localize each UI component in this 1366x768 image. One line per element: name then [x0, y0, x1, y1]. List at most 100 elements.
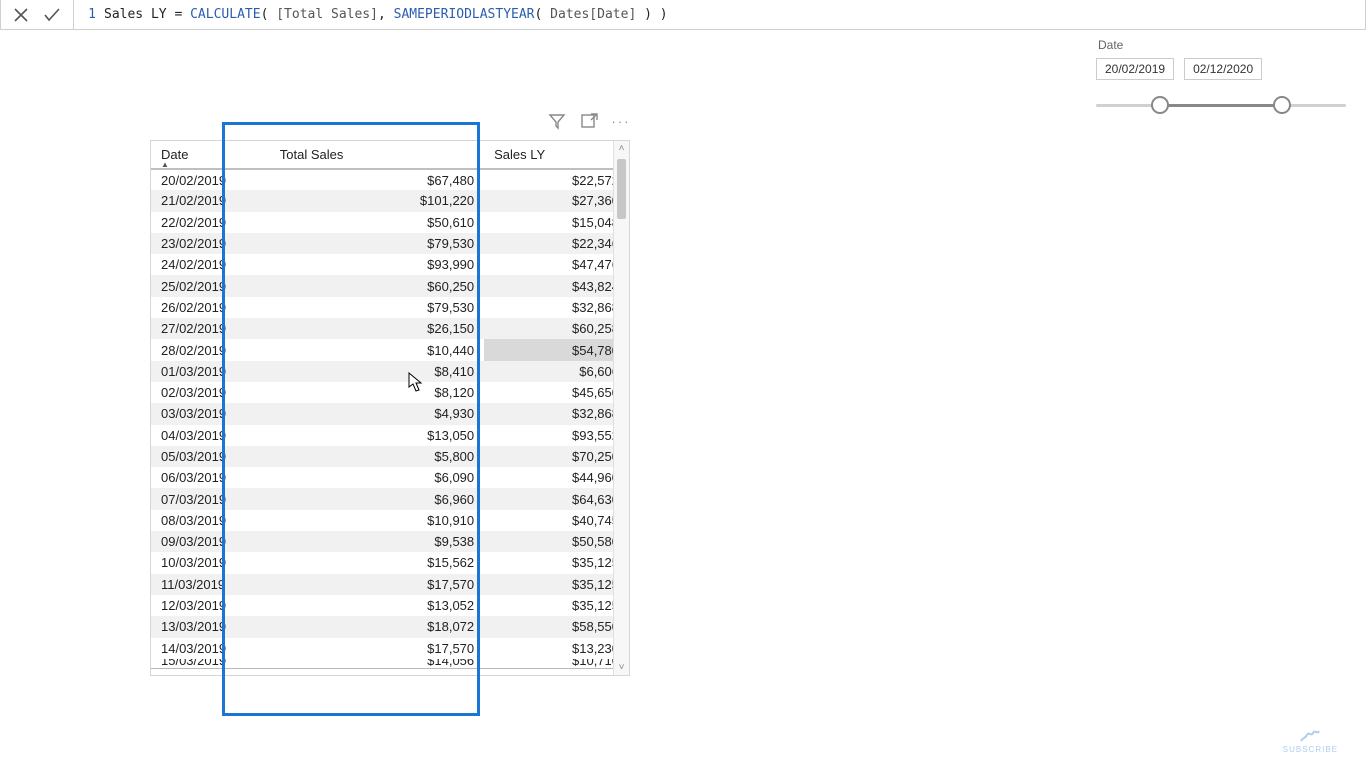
table-scroll-area[interactable]: Date ▲ Total Sales Sales LY 20/02/2019$6… — [151, 141, 629, 675]
cell-ly[interactable]: $60,258 — [484, 318, 629, 339]
slider-handle-right[interactable] — [1273, 96, 1291, 114]
cell-ly[interactable]: $54,780 — [484, 339, 629, 360]
cancel-icon[interactable] — [13, 7, 29, 23]
cell-date[interactable]: 26/02/2019 — [151, 297, 270, 318]
slicer-from-date[interactable]: 20/02/2019 — [1096, 58, 1174, 80]
table-row[interactable]: 08/03/2019$10,910$40,745 — [151, 510, 629, 531]
table-row[interactable]: 11/03/2019$17,570$35,125 — [151, 574, 629, 595]
table-row[interactable]: 22/02/2019$50,610$15,048 — [151, 212, 629, 233]
table-row[interactable]: 14/03/2019$17,570$13,230 — [151, 638, 629, 659]
table-row[interactable]: 04/03/2019$13,050$93,552 — [151, 425, 629, 446]
cell-ly[interactable]: $45,650 — [484, 382, 629, 403]
cell-date[interactable]: 21/02/2019 — [151, 190, 270, 211]
table-row[interactable]: 01/03/2019$8,410$6,606 — [151, 361, 629, 382]
cell-sales[interactable]: $5,800 — [270, 446, 484, 467]
table-row[interactable]: 10/03/2019$15,562$35,125 — [151, 552, 629, 573]
cell-ly[interactable]: $93,552 — [484, 425, 629, 446]
cell-ly[interactable]: $47,476 — [484, 254, 629, 275]
cell-sales[interactable]: $9,538 — [270, 531, 484, 552]
table-row[interactable]: 26/02/2019$79,530$32,868 — [151, 297, 629, 318]
slicer-slider[interactable] — [1096, 96, 1346, 114]
cell-ly[interactable]: $44,960 — [484, 467, 629, 488]
cell-ly[interactable]: $6,606 — [484, 361, 629, 382]
cell-ly[interactable]: $58,550 — [484, 616, 629, 637]
table-row[interactable]: 12/03/2019$13,052$35,125 — [151, 595, 629, 616]
col-header-total-sales[interactable]: Total Sales — [270, 141, 484, 169]
cell-sales[interactable]: $79,530 — [270, 297, 484, 318]
table-row[interactable]: 25/02/2019$60,250$43,824 — [151, 275, 629, 296]
formula-input[interactable]: 1 Sales LY = CALCULATE( [Total Sales], S… — [74, 0, 1365, 29]
table-row[interactable]: 23/02/2019$79,530$22,346 — [151, 233, 629, 254]
cell-date[interactable]: 25/02/2019 — [151, 275, 270, 296]
scroll-up-arrow[interactable]: ˄ — [614, 143, 629, 154]
cell-ly[interactable]: $35,125 — [484, 574, 629, 595]
cell-date[interactable]: 23/02/2019 — [151, 233, 270, 254]
table-row[interactable]: 27/02/2019$26,150$60,258 — [151, 318, 629, 339]
cell-sales[interactable]: $10,910 — [270, 510, 484, 531]
cell-date[interactable]: 14/03/2019 — [151, 638, 270, 659]
scrollbar-thumb[interactable] — [617, 159, 626, 219]
cell-sales[interactable]: $17,570 — [270, 638, 484, 659]
table-row[interactable]: 24/02/2019$93,990$47,476 — [151, 254, 629, 275]
cell-date[interactable]: 11/03/2019 — [151, 574, 270, 595]
cell-date[interactable]: 28/02/2019 — [151, 339, 270, 360]
cell-ly[interactable]: $15,048 — [484, 212, 629, 233]
cell-ly[interactable]: $32,868 — [484, 297, 629, 318]
cell-sales[interactable]: $26,150 — [270, 318, 484, 339]
table-row[interactable]: 09/03/2019$9,538$50,580 — [151, 531, 629, 552]
scroll-down-arrow[interactable]: ˅ — [614, 662, 629, 673]
slider-handle-left[interactable] — [1151, 96, 1169, 114]
cell-sales[interactable]: $60,250 — [270, 275, 484, 296]
cell-date[interactable]: 12/03/2019 — [151, 595, 270, 616]
cell-sales[interactable]: $10,440 — [270, 339, 484, 360]
slicer-to-date[interactable]: 02/12/2020 — [1184, 58, 1262, 80]
table-row[interactable]: 07/03/2019$6,960$64,630 — [151, 488, 629, 509]
table-row[interactable]: 20/02/2019$67,480$22,572 — [151, 169, 629, 190]
more-options-icon[interactable]: ··· — [612, 112, 630, 130]
cell-sales[interactable]: $13,050 — [270, 425, 484, 446]
cell-ly[interactable]: $40,745 — [484, 510, 629, 531]
table-row[interactable]: 28/02/2019$10,440$54,780 — [151, 339, 629, 360]
commit-icon[interactable] — [43, 7, 61, 23]
cell-ly[interactable]: $43,824 — [484, 275, 629, 296]
table-row[interactable]: 13/03/2019$18,072$58,550 — [151, 616, 629, 637]
cell-ly[interactable]: $27,360 — [484, 190, 629, 211]
cell-sales[interactable]: $4,930 — [270, 403, 484, 424]
cell-ly[interactable]: $50,580 — [484, 531, 629, 552]
table-visual[interactable]: Date ▲ Total Sales Sales LY 20/02/2019$6… — [150, 140, 630, 676]
cell-ly[interactable]: $13,230 — [484, 638, 629, 659]
cell-sales[interactable]: $17,570 — [270, 574, 484, 595]
cell-date[interactable]: 04/03/2019 — [151, 425, 270, 446]
cell-sales[interactable]: $18,072 — [270, 616, 484, 637]
cell-date[interactable]: 13/03/2019 — [151, 616, 270, 637]
col-header-date[interactable]: Date ▲ — [151, 141, 270, 169]
cell-sales[interactable]: $101,220 — [270, 190, 484, 211]
table-row[interactable]: 03/03/2019$4,930$32,868 — [151, 403, 629, 424]
cell-ly[interactable]: $22,346 — [484, 233, 629, 254]
cell-sales[interactable]: $15,562 — [270, 552, 484, 573]
table-row[interactable]: 02/03/2019$8,120$45,650 — [151, 382, 629, 403]
cell-sales[interactable]: $79,530 — [270, 233, 484, 254]
filter-icon[interactable] — [548, 112, 566, 130]
cell-sales[interactable]: $6,960 — [270, 488, 484, 509]
cell-date[interactable]: 08/03/2019 — [151, 510, 270, 531]
table-row[interactable]: 05/03/2019$5,800$70,250 — [151, 446, 629, 467]
cell-date[interactable]: 09/03/2019 — [151, 531, 270, 552]
cell-ly[interactable]: $64,630 — [484, 488, 629, 509]
table-row[interactable]: 21/02/2019$101,220$27,360 — [151, 190, 629, 211]
cell-ly[interactable]: $22,572 — [484, 169, 629, 190]
vertical-scrollbar[interactable]: ˄ ˅ — [613, 141, 629, 675]
cell-ly[interactable]: $35,125 — [484, 552, 629, 573]
cell-date[interactable]: 05/03/2019 — [151, 446, 270, 467]
cell-date[interactable]: 03/03/2019 — [151, 403, 270, 424]
cell-sales[interactable]: $6,090 — [270, 467, 484, 488]
cell-sales[interactable]: $93,990 — [270, 254, 484, 275]
cell-date[interactable]: 07/03/2019 — [151, 488, 270, 509]
focus-mode-icon[interactable] — [580, 112, 598, 130]
cell-date[interactable]: 20/02/2019 — [151, 169, 270, 190]
cell-date[interactable]: 27/02/2019 — [151, 318, 270, 339]
cell-date[interactable]: 22/02/2019 — [151, 212, 270, 233]
cell-sales[interactable]: $13,052 — [270, 595, 484, 616]
cell-sales[interactable]: $50,610 — [270, 212, 484, 233]
col-header-sales-ly[interactable]: Sales LY — [484, 141, 629, 169]
